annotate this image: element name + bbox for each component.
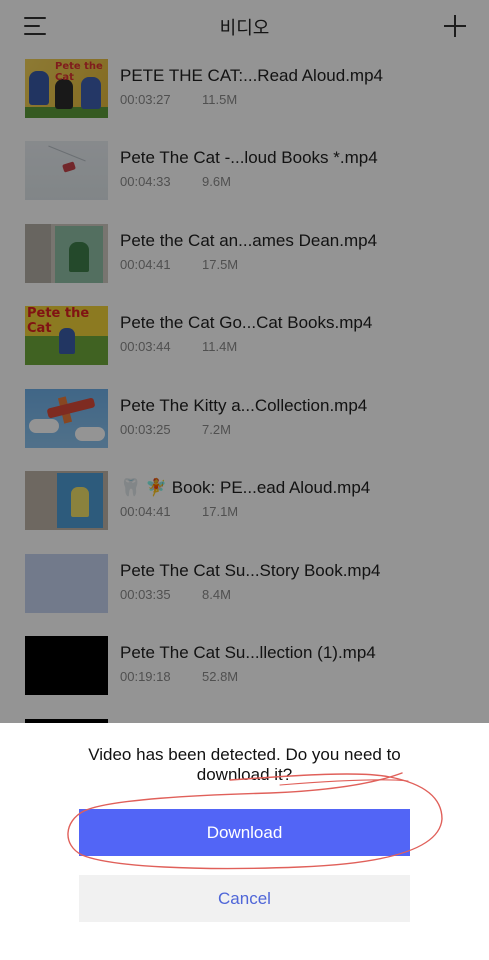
cancel-button[interactable]: Cancel <box>79 875 410 922</box>
download-dialog: Video has been detected. Do you need to … <box>0 723 489 960</box>
video-screen: 비디오 Pete the Cat PETE THE CAT:...Read Al… <box>0 0 489 960</box>
download-button[interactable]: Download <box>79 809 410 856</box>
dialog-message: Video has been detected. Do you need to … <box>88 745 401 784</box>
